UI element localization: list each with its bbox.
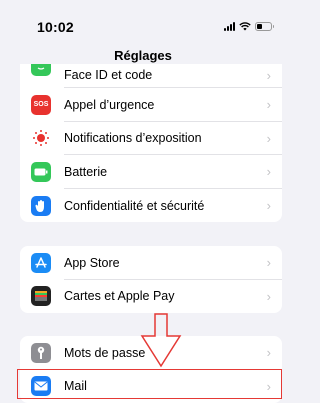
annotation-highlight-box [17, 369, 282, 399]
annotation-arrow [140, 313, 182, 368]
